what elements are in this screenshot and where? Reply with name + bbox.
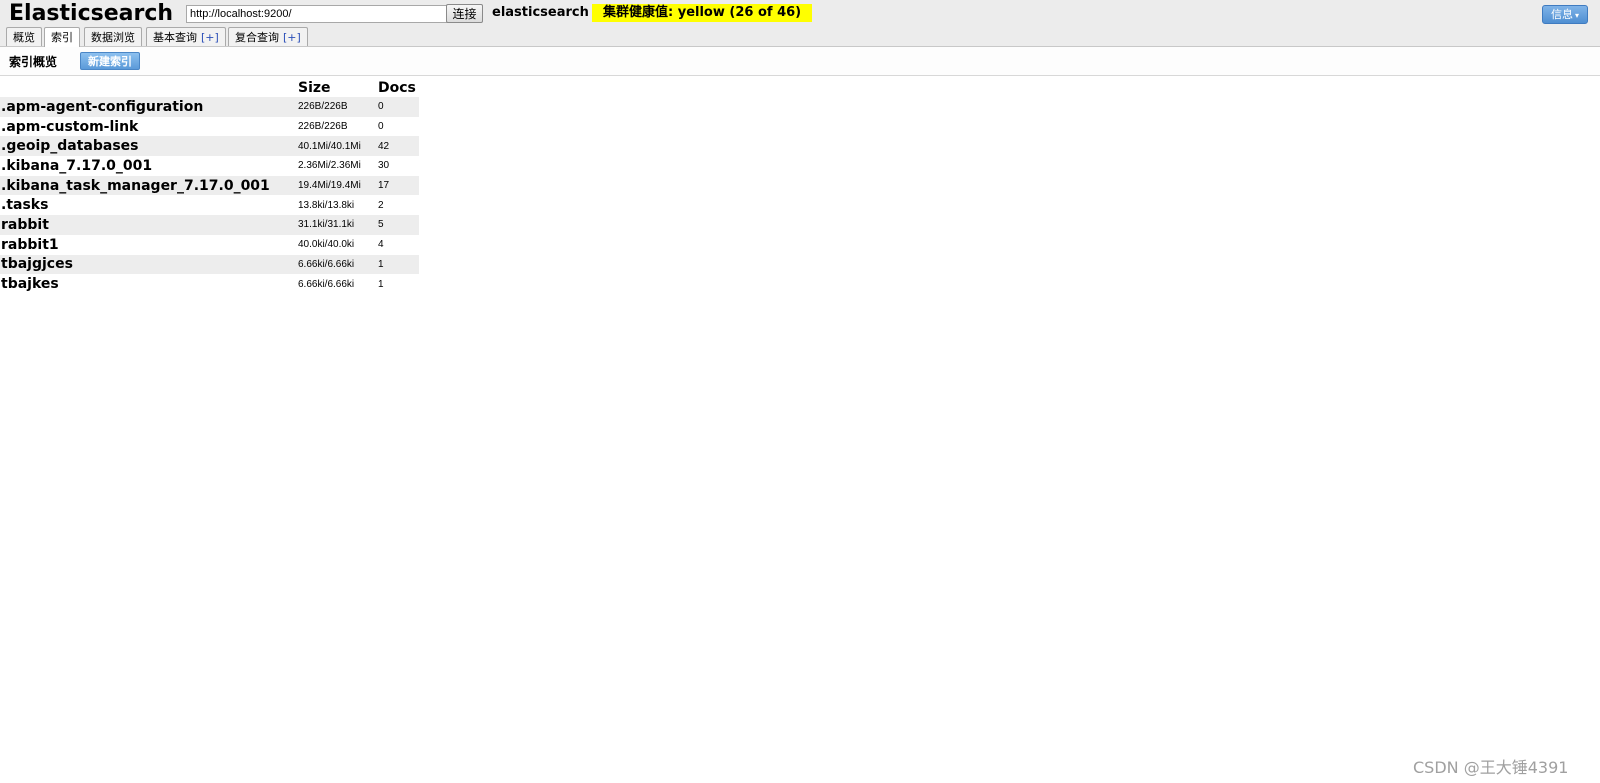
index-name: .tasks [1,197,49,214]
index-size: 13.8ki/13.8ki [298,199,355,211]
table-row[interactable]: .tasks 13.8ki/13.8ki 2 [0,195,419,215]
index-docs: 5 [378,215,419,235]
table-row[interactable]: tbajgjces 6.66ki/6.66ki 1 [0,254,419,275]
header-docs: Docs [378,79,416,96]
info-button-label: 信息 [1550,8,1573,21]
url-input[interactable] [186,5,451,23]
index-table: Size Docs .apm-agent-configuration 226B/… [0,78,419,294]
index-size: 6.66ki/6.66ki [298,278,355,290]
index-docs: 1 [378,278,384,290]
new-index-button[interactable]: 新建索引 [80,52,140,70]
table-row[interactable]: .apm-custom-link 226B/226B 0 [0,117,419,137]
table-row[interactable]: .kibana_task_manager_7.17.0_001 19.4Mi/1… [0,175,419,196]
index-docs: 17 [378,175,419,196]
index-docs: 1 [378,254,419,275]
index-overview-title: 索引概览 [9,55,58,69]
index-size: 19.4Mi/19.4Mi [298,175,378,196]
index-size: 40.0ki/40.0ki [298,239,355,251]
watermark: CSDN @王大锤4391 [1413,758,1569,777]
tab-label: 复合查询 [235,31,279,44]
tab-compound-query[interactable]: 复合查询 [+] [228,27,308,46]
index-name: .kibana_7.17.0_001 [1,157,153,174]
tab-label: 概览 [13,31,35,44]
tab-label: 数据浏览 [91,31,135,44]
add-compound-query-link[interactable]: [+] [283,31,301,44]
cluster-name: elasticsearch [492,5,589,20]
index-size: 6.66ki/6.66ki [298,254,378,275]
add-basic-query-link[interactable]: [+] [201,31,219,44]
index-name: tbajkes [1,276,59,293]
index-name: .kibana_task_manager_7.17.0_001 [0,175,298,196]
chevron-down-icon: ▾ [1574,11,1579,20]
header-bar: Elasticsearch 连接 elasticsearch 集群健康值: ye… [0,0,1600,47]
cluster-health-badge: 集群健康值: yellow (26 of 46) [592,4,813,22]
table-row[interactable]: rabbit 31.1ki/31.1ki 5 [0,215,419,235]
index-size: 31.1ki/31.1ki [298,215,378,235]
index-docs: 0 [378,121,384,133]
index-name: .apm-agent-configuration [0,97,298,117]
index-size: 226B/226B [298,97,378,117]
index-name: rabbit1 [1,236,59,253]
header-name [0,78,298,97]
header-size: Size [298,79,331,96]
table-row[interactable]: rabbit1 40.0ki/40.0ki 4 [0,235,419,255]
tab-basic-query[interactable]: 基本查询 [+] [146,27,226,46]
index-size: 226B/226B [298,121,348,133]
table-row[interactable]: .kibana_7.17.0_001 2.36Mi/2.36Mi 30 [0,156,419,176]
tab-label: 索引 [51,31,73,44]
tab-overview[interactable]: 概览 [6,27,42,46]
index-docs: 2 [378,199,384,211]
index-docs: 30 [378,160,390,172]
index-name: tbajgjces [0,254,298,275]
table-row[interactable]: tbajkes 6.66ki/6.66ki 1 [0,274,419,294]
table-header-row: Size Docs [0,78,419,97]
index-docs: 4 [378,239,384,251]
index-size: 40.1Mi/40.1Mi [298,136,378,157]
app-title: Elasticsearch [9,1,174,26]
connect-button[interactable]: 连接 [446,4,483,23]
index-name: .geoip_databases [0,136,298,157]
index-name: .apm-custom-link [1,118,139,135]
tab-indices[interactable]: 索引 [44,27,80,47]
tab-label: 基本查询 [153,31,197,44]
tab-browser[interactable]: 数据浏览 [84,27,142,46]
table-row[interactable]: .apm-agent-configuration 226B/226B 0 [0,97,419,117]
index-toolbar: 索引概览 新建索引 [0,47,1600,76]
index-name: rabbit [0,215,298,235]
index-docs: 0 [378,97,419,117]
index-size: 2.36Mi/2.36Mi [298,160,361,172]
info-dropdown-button[interactable]: 信息 ▾ [1542,5,1588,24]
index-docs: 42 [378,136,419,157]
table-row[interactable]: .geoip_databases 40.1Mi/40.1Mi 42 [0,136,419,157]
